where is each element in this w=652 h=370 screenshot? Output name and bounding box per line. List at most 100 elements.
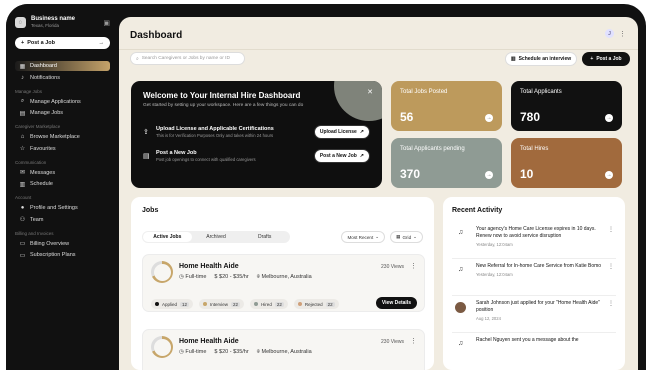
activity-item[interactable]: ♫ Rachel Nguyen sent you a message about… <box>452 333 616 370</box>
tab-drafts[interactable]: Drafts <box>240 232 289 242</box>
sidebar-item-billing-overview[interactable]: ▭ Billing Overview <box>15 239 110 249</box>
post-new-job-button[interactable]: Post a New Job ↗ <box>313 149 370 163</box>
arrow-right-icon[interactable]: → <box>605 114 613 122</box>
business-logo-icon: ◌ <box>15 17 26 28</box>
stat-card-total-applicants[interactable]: Total Applicants 780 → <box>511 81 622 131</box>
activity-text: Rachel Nguyen sent you a message about t… <box>476 337 579 343</box>
sidebar-item-subscription-plans[interactable]: ▭ Subscription Plans <box>15 250 110 260</box>
business-switcher[interactable]: ◌ Business name Texas, Florida ▣ <box>15 16 110 29</box>
job-type-label: Full-time <box>185 274 207 280</box>
sidebar-item-schedule[interactable]: ▥ Schedule <box>15 179 110 189</box>
more-vertical-icon[interactable]: ⋮ <box>619 30 626 38</box>
schedule-interview-button[interactable]: ▥ Schedule an interview <box>505 52 577 66</box>
pill-label: Interview <box>210 301 229 307</box>
job-card[interactable]: Home Health Aide ◷ Full-time $ $20 - $35… <box>142 254 425 312</box>
sort-label: Most Recent <box>347 234 374 240</box>
more-vertical-icon[interactable]: ⋮ <box>608 226 614 233</box>
arrow-right-icon[interactable]: → <box>485 171 493 179</box>
pill-hired[interactable]: Hired 22 <box>250 299 288 309</box>
arrow-up-right-icon: ↗ <box>359 129 364 135</box>
job-status-pills: Applied 12 Interview 22 Hired 22 Rejected 22 <box>151 299 339 309</box>
pill-rejected[interactable]: Rejected 22 <box>293 299 339 309</box>
more-vertical-icon[interactable]: ⋮ <box>410 262 417 270</box>
briefcase-icon: ▤ <box>143 153 150 160</box>
activity-text: Your agency's Home Care License expires … <box>476 226 596 239</box>
welcome-title: Welcome to Your Internal Hire Dashboard <box>143 91 301 100</box>
sort-dropdown[interactable]: Most Recent ⌄ <box>341 231 386 243</box>
job-type: ◷ Full-time <box>179 274 206 281</box>
plus-icon: + <box>21 40 25 46</box>
stat-card-jobs-posted[interactable]: Total Jobs Posted 56 → <box>391 81 502 131</box>
sidebar-item-favourites[interactable]: ☆ Favourites <box>15 144 110 154</box>
status-dot <box>254 302 259 306</box>
job-pay: $ $20 - $35/hr <box>214 349 248 356</box>
sidebar-item-label: Team <box>30 216 44 223</box>
more-vertical-icon[interactable]: ⋮ <box>410 337 417 345</box>
activity-time: Yesterday, 12:04am <box>476 272 513 277</box>
stat-value: 56 <box>400 110 414 124</box>
activity-item[interactable]: ♫ Your agency's Home Care License expire… <box>452 222 616 259</box>
sidebar-item-manage-applications[interactable]: ⌕ Manage Applications <box>15 97 110 107</box>
tab-active-jobs[interactable]: Active Jobs <box>143 232 192 242</box>
sidebar-item-dashboard[interactable]: ▦ Dashboard <box>15 61 110 71</box>
nav-group-main: ▦ Dashboard ♪ Notifications <box>15 61 110 83</box>
sidebar-toggle-icon[interactable]: ▣ <box>103 19 110 27</box>
upload-license-button[interactable]: Upload License ↗ <box>313 125 370 139</box>
tab-archived[interactable]: Archived <box>192 232 241 242</box>
header-divider <box>119 49 638 50</box>
pill-applied[interactable]: Applied 12 <box>151 299 194 309</box>
job-meta: ◷ Full-time $ $20 - $35/hr ⌾ Melbourne, … <box>179 274 312 281</box>
nav-group-manage-jobs: Manage Jobs ⌕ Manage Applications ▤ Manage… <box>15 89 110 119</box>
sidebar: ◌ Business name Texas, Florida ▣ + Post … <box>6 4 118 370</box>
more-vertical-icon[interactable]: ⋮ <box>608 263 614 270</box>
jobs-filters: Most Recent ⌄ ▦ Grid ⌄ <box>341 231 423 243</box>
sidebar-item-browse-marketplace[interactable]: ⌂ Browse Marketplace <box>15 132 110 142</box>
briefcase-icon: ▤ <box>19 110 26 117</box>
stat-card-applicants-pending[interactable]: Total Applicants pending 370 → <box>391 138 502 188</box>
sidebar-item-label: Browse Marketplace <box>30 134 80 140</box>
welcome-task-upload-license: ⇪ Upload License and Applicable Certific… <box>143 120 370 144</box>
view-dropdown[interactable]: ▦ Grid ⌄ <box>390 231 423 243</box>
pill-label: Rejected <box>304 301 323 307</box>
sidebar-item-label: Dashboard <box>30 63 57 69</box>
activity-time: Aug 12, 2024 <box>476 316 501 321</box>
sidebar-post-job-button[interactable]: + Post a Job → <box>15 37 110 49</box>
stat-value: 10 <box>520 167 534 181</box>
sidebar-item-label: Favourites <box>30 145 56 152</box>
sidebar-item-manage-jobs[interactable]: ▤ Manage Jobs <box>15 108 110 118</box>
activity-item[interactable]: ♫ New Referral for In-home Care Service … <box>452 259 616 296</box>
job-views: 230 Views <box>381 339 404 345</box>
task-description: This is for Verification Purposes Only a… <box>156 133 274 138</box>
sidebar-item-label: Manage Jobs <box>30 110 64 116</box>
stat-value: 780 <box>520 110 541 124</box>
post-job-button[interactable]: + Post a Job <box>582 52 630 66</box>
avatar <box>455 302 466 313</box>
sidebar-item-team[interactable]: ⚇ Team <box>15 215 110 225</box>
sidebar-item-label: Billing Overview <box>30 240 70 247</box>
activity-item[interactable]: Sarah Johnson just applied for your "Hom… <box>452 296 616 333</box>
pill-interview[interactable]: Interview 22 <box>199 299 245 309</box>
welcome-task-post-job: ▤ Post a New Job Post job openings to co… <box>143 144 370 168</box>
profile-avatar-icon[interactable]: J <box>605 29 614 38</box>
view-details-button[interactable]: View Details <box>375 297 417 309</box>
job-card[interactable]: Home Health Aide ◷ Full-time $ $20 - $35… <box>142 329 425 370</box>
arrow-right-icon[interactable]: → <box>605 171 613 179</box>
arrow-right-icon[interactable]: → <box>485 114 493 122</box>
sidebar-post-job-label: Post a Job <box>27 40 56 46</box>
pill-count: 22 <box>325 301 335 307</box>
bell-icon: ♫ <box>458 266 464 273</box>
card-icon: ▭ <box>19 252 26 259</box>
sidebar-item-profile-settings[interactable]: ● Profile and Settings <box>15 203 110 213</box>
sidebar-item-messages[interactable]: ✉ Messages <box>15 168 110 178</box>
task-title: Upload License and Applicable Certificat… <box>156 126 274 132</box>
stat-card-total-hires[interactable]: Total Hires 10 → <box>511 138 622 188</box>
job-type: ◷ Full-time <box>179 349 206 356</box>
more-vertical-icon[interactable]: ⋮ <box>608 300 614 307</box>
job-pay-label: $20 - $35/hr <box>219 349 249 355</box>
pill-label: Applied <box>162 301 178 307</box>
activity-text: New Referral for In-home Care Service fr… <box>476 263 602 269</box>
sidebar-item-notifications[interactable]: ♪ Notifications <box>15 73 110 83</box>
search-input[interactable]: ⌕ Search Caregivers or Jobs by name or I… <box>130 52 245 65</box>
person-icon: ● <box>20 205 25 211</box>
search-placeholder: Search Caregivers or Jobs by name or ID <box>141 56 230 61</box>
